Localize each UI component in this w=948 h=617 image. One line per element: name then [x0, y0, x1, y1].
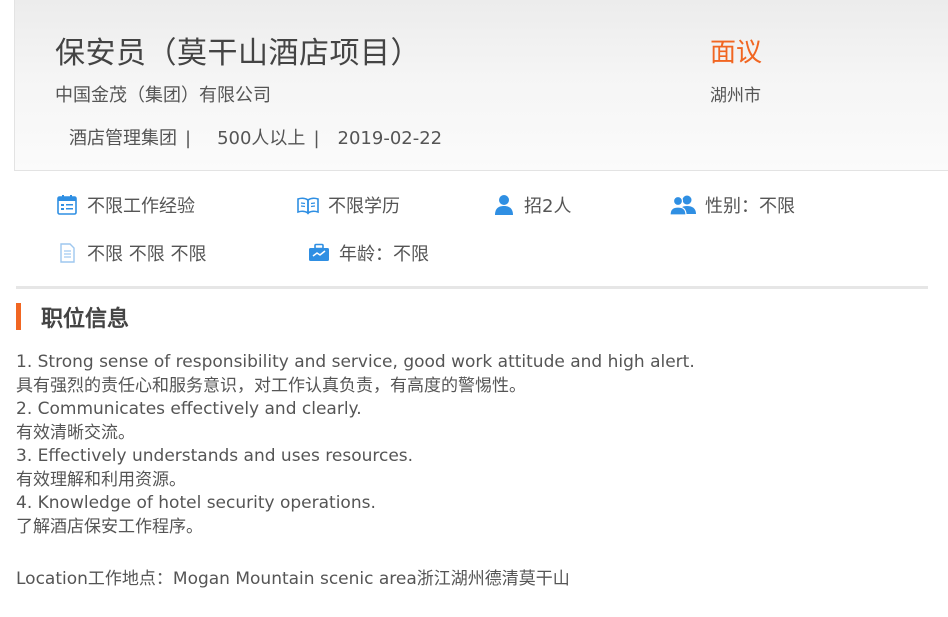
- other-label: 不限 不限 不限: [87, 244, 207, 265]
- description-line: 3. Effectively understands and uses reso…: [16, 446, 414, 466]
- section-header: 职位信息: [16, 303, 130, 332]
- section-accent-bar: [16, 303, 21, 330]
- people-icon: [669, 193, 697, 217]
- section-title: 职位信息: [41, 306, 130, 332]
- meta-separator: |: [185, 128, 192, 149]
- company-meta: 酒店管理集团 | 500人以上 | 2019-02-22: [69, 124, 442, 150]
- req-headcount: 招2人: [492, 192, 571, 218]
- meta-separator: |: [313, 128, 320, 149]
- req-other: 不限 不限 不限: [55, 240, 206, 266]
- salary: 面议: [710, 38, 763, 68]
- req-education: 不限学历: [296, 192, 400, 218]
- description-line: 1. Strong sense of responsibility and se…: [16, 352, 695, 372]
- req-gender: 性别：不限: [669, 192, 795, 218]
- person-icon: [492, 193, 516, 217]
- company-industry: 酒店管理集团: [69, 128, 177, 149]
- req-age: 年龄：不限: [307, 240, 429, 266]
- description-line: 有效理解和利用资源。: [16, 469, 186, 490]
- work-location: Location工作地点：Mogan Mountain scenic area浙…: [16, 569, 570, 589]
- description-line: 了解酒店保安工作程序。: [16, 516, 203, 537]
- job-header: 保安员（莫干山酒店项目） 中国金茂（集团）有限公司 酒店管理集团 | 500人以上 |…: [14, 0, 948, 171]
- description-line: 有效清晰交流。: [16, 422, 135, 443]
- document-icon: [55, 241, 79, 265]
- job-description: 1. Strong sense of responsibility and se…: [16, 351, 916, 539]
- headcount-label: 招2人: [524, 196, 572, 217]
- age-label: 年龄：不限: [339, 244, 429, 265]
- book-icon: [296, 193, 320, 217]
- company-name[interactable]: 中国金茂（集团）有限公司: [55, 81, 271, 107]
- req-experience: 不限工作经验: [55, 192, 195, 218]
- education-label: 不限学历: [328, 196, 400, 217]
- job-title: 保安员（莫干山酒店项目）: [55, 36, 421, 71]
- post-date: 2019-02-22: [337, 128, 443, 149]
- briefcase-icon: [307, 241, 331, 265]
- description-line: 4. Knowledge of hotel security operation…: [16, 493, 376, 513]
- description-line: 2. Communicates effectively and clearly.: [16, 399, 362, 419]
- description-line: 具有强烈的责任心和服务意识，对工作认真负责，有高度的警惕性。: [16, 375, 526, 396]
- experience-label: 不限工作经验: [87, 196, 195, 217]
- gender-label: 性别：不限: [705, 196, 795, 217]
- section-divider: [16, 286, 928, 289]
- company-size: 500人以上: [217, 128, 306, 149]
- calendar-icon: [55, 193, 79, 217]
- city: 湖州市: [710, 86, 761, 106]
